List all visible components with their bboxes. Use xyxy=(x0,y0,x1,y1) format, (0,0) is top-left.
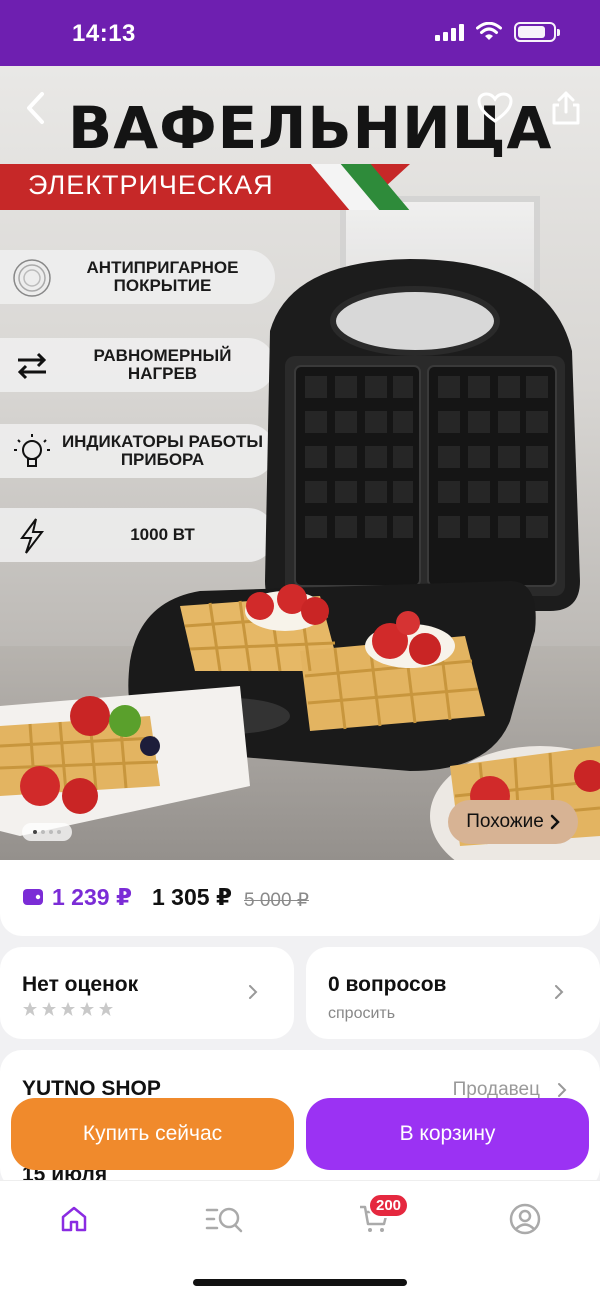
questions-subtitle: спросить xyxy=(328,1005,396,1022)
star-icon xyxy=(61,1002,75,1016)
heart-icon xyxy=(477,92,513,123)
status-icons xyxy=(435,22,560,42)
rating-stars xyxy=(22,1001,114,1017)
share-icon xyxy=(552,91,580,125)
plate-illustration xyxy=(0,686,250,836)
reviews-card[interactable]: Нет оценок xyxy=(0,947,294,1039)
add-to-cart-button[interactable]: В корзину xyxy=(306,1098,589,1170)
tab-profile[interactable] xyxy=(505,1199,545,1239)
tab-home[interactable] xyxy=(54,1199,94,1239)
cart-badge: 200 xyxy=(368,1193,410,1218)
similar-button[interactable]: Похожие xyxy=(448,800,578,844)
similar-label: Похожие xyxy=(466,811,544,832)
price-current: 1 305 ₽ xyxy=(152,884,232,910)
back-button[interactable] xyxy=(16,88,56,128)
image-pager[interactable] xyxy=(22,823,72,841)
plate-illustration xyxy=(430,746,600,866)
wallet-icon xyxy=(23,889,43,905)
wifi-icon xyxy=(476,22,502,40)
catalog-search-icon xyxy=(205,1207,243,1233)
questions-title: 0 вопросов xyxy=(328,973,447,996)
price-old: 5 000 ₽ xyxy=(244,890,309,911)
questions-card[interactable]: 0 вопросов спросить xyxy=(306,947,600,1039)
buy-now-button[interactable]: Купить сейчас xyxy=(11,1098,294,1170)
favorite-button[interactable] xyxy=(475,88,515,128)
profile-icon xyxy=(509,1203,541,1235)
coating-icon xyxy=(12,258,52,298)
chevron-right-icon xyxy=(558,1083,567,1097)
lightning-icon xyxy=(12,516,52,556)
price-with-card: 1 239 ₽ xyxy=(52,884,132,910)
chevron-right-icon xyxy=(249,985,258,999)
star-icon xyxy=(80,1002,94,1016)
home-icon xyxy=(61,1206,87,1232)
status-bar: 14:13 xyxy=(0,0,600,66)
reviews-title: Нет оценок xyxy=(22,973,139,996)
status-time: 14:13 xyxy=(72,20,136,47)
star-icon xyxy=(23,1002,37,1016)
chevron-right-icon xyxy=(555,985,564,999)
signal-icon xyxy=(435,23,464,41)
arrows-icon xyxy=(12,346,52,386)
chevron-left-icon xyxy=(27,92,44,124)
hero-subtitle: ЭЛЕКТРИЧЕСКАЯ xyxy=(28,170,274,200)
star-icon xyxy=(42,1002,56,1016)
star-icon xyxy=(99,1002,113,1016)
chevron-right-icon xyxy=(550,814,560,830)
bulb-icon xyxy=(12,432,52,472)
share-button[interactable] xyxy=(546,88,586,128)
product-image[interactable]: ВАФЕЛЬНИЦА ЭЛЕКТРИЧЕСКАЯ АНТИПРИГАРНОЕ П… xyxy=(0,66,600,866)
battery-icon xyxy=(514,22,560,42)
tab-catalog[interactable] xyxy=(204,1199,244,1239)
home-indicator xyxy=(193,1279,407,1286)
